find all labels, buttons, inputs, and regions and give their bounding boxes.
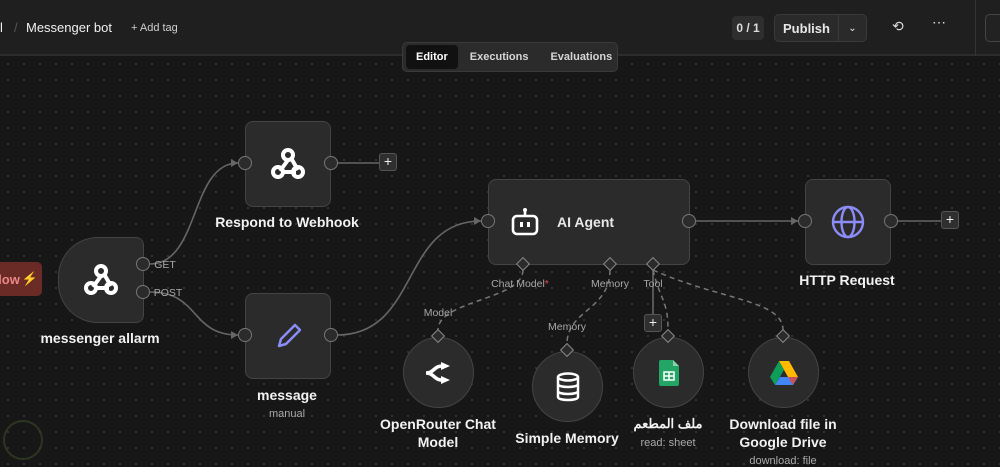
add-tool-button[interactable]: +	[644, 314, 662, 332]
google-sheets-icon	[658, 359, 679, 386]
google-drive-icon	[769, 360, 798, 385]
webhook-icon	[84, 264, 118, 295]
node-google-drive[interactable]	[748, 337, 819, 408]
required-mark: *	[544, 278, 549, 290]
node-label: OpenRouter Chat Model	[380, 416, 496, 450]
output-port-post[interactable]	[136, 285, 150, 299]
node-label: AI Agent	[557, 214, 615, 230]
trigger-label: low	[0, 271, 20, 287]
port-label: Chat Model	[491, 278, 545, 290]
node-message[interactable]	[245, 293, 331, 379]
add-node-button[interactable]: +	[941, 211, 959, 229]
node-label: Download file in Google Drive	[729, 416, 837, 450]
node-label: HTTP Request	[799, 272, 895, 288]
output-port[interactable]	[884, 214, 898, 228]
robot-icon	[511, 208, 539, 236]
node-ai-agent[interactable]: AI Agent	[488, 179, 690, 265]
port-label-get: GET	[154, 259, 176, 271]
watermark-logo	[3, 420, 43, 460]
node-label: messenger allarm	[40, 330, 160, 346]
node-label: Simple Memory	[515, 430, 619, 446]
add-node-button[interactable]: +	[379, 153, 397, 171]
output-port[interactable]	[324, 156, 338, 170]
database-icon	[556, 371, 579, 401]
edge-tool-drive	[652, 269, 784, 331]
node-label: message	[257, 387, 317, 403]
node-simple-memory[interactable]	[532, 351, 603, 422]
port-label-memory: Memory	[591, 278, 629, 290]
node-google-sheets[interactable]	[633, 337, 704, 408]
node-label: Respond to Webhook	[215, 214, 359, 230]
output-port[interactable]	[682, 214, 696, 228]
output-port[interactable]	[324, 328, 338, 342]
port-label-chat-model: Chat Model*	[491, 278, 549, 290]
pencil-icon	[277, 323, 302, 348]
port-label-post: POST	[153, 287, 183, 299]
node-subtitle: read: sheet	[640, 437, 696, 449]
node-subtitle: manual	[268, 408, 306, 420]
input-port[interactable]	[238, 156, 252, 170]
node-messenger-allarm[interactable]	[58, 237, 144, 323]
port-label-model: Model	[423, 307, 453, 319]
node-label: ملف المطعم	[633, 416, 703, 431]
trigger-button[interactable]: low ⚡	[0, 262, 42, 296]
node-subtitle: download: file	[749, 455, 817, 467]
node-http-request[interactable]	[805, 179, 891, 265]
globe-icon	[831, 205, 865, 239]
input-port[interactable]	[238, 328, 252, 342]
input-port[interactable]	[798, 214, 812, 228]
edge-message-agent	[336, 220, 482, 336]
webhook-icon	[271, 148, 305, 179]
openrouter-icon	[425, 361, 450, 384]
port-label-memory: Memory	[548, 321, 586, 333]
port-label-tool: Tool	[643, 278, 663, 290]
node-respond-to-webhook[interactable]	[245, 121, 331, 207]
node-openrouter-chat-model[interactable]	[403, 337, 474, 408]
output-port-get[interactable]	[136, 257, 150, 271]
lightning-icon: ⚡	[21, 271, 38, 286]
input-port[interactable]	[481, 214, 495, 228]
